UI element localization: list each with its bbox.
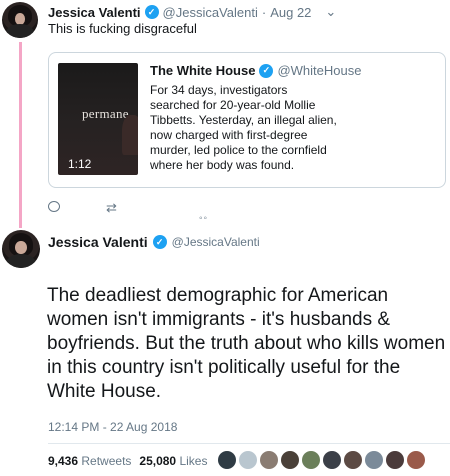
reply-icon[interactable] [48, 200, 60, 216]
liker-avatars [218, 451, 425, 469]
tweet-date[interactable]: Aug 22 [270, 5, 311, 20]
quoted-tweet-text: For 34 days, investigators searched for … [150, 83, 337, 172]
video-thumbnail[interactable]: permane 1:12 [58, 63, 138, 175]
avatar[interactable] [2, 2, 38, 38]
likes-count: 25,080 [139, 454, 177, 468]
liker-avatar[interactable] [218, 451, 236, 469]
author-handle[interactable]: @JessicaValenti [172, 235, 260, 249]
divider [48, 443, 450, 444]
author-name[interactable]: Jessica Valenti [48, 5, 141, 20]
tweet-header: Jessica Valenti ✓ @JessicaValenti · Aug … [48, 4, 336, 20]
avatar[interactable] [2, 230, 40, 268]
video-duration: 1:12 [68, 157, 92, 171]
liker-avatar[interactable] [323, 451, 341, 469]
more-replies-icon[interactable]: ◦◦ [199, 213, 208, 224]
verified-badge-icon: ✓ [144, 5, 159, 19]
liker-avatar[interactable] [260, 451, 278, 469]
retweets-label: Retweets [81, 454, 132, 468]
tweet-text: This is fucking disgraceful [48, 21, 197, 36]
tweet-stats: 9,436 Retweets 25,080 Likes [48, 454, 207, 468]
verified-badge-icon: ✓ [259, 63, 274, 78]
retweets-stat[interactable]: 9,436 Retweets [48, 454, 131, 468]
quoted-tweet-header: The White House ✓ @WhiteHouse [150, 63, 361, 78]
thread-connector-line [19, 42, 22, 228]
liker-avatar[interactable] [386, 451, 404, 469]
verified-badge-icon: ✓ [152, 235, 167, 249]
liker-avatar[interactable] [239, 451, 257, 469]
liker-avatar[interactable] [407, 451, 425, 469]
likes-stat[interactable]: 25,080 Likes [139, 454, 207, 468]
tweet-header: Jessica Valenti ✓ @JessicaValenti [48, 234, 260, 250]
tweet-timestamp[interactable]: 12:14 PM - 22 Aug 2018 [48, 420, 177, 434]
author-name[interactable]: Jessica Valenti [48, 234, 148, 250]
likes-label: Likes [179, 454, 208, 468]
liker-avatar[interactable] [281, 451, 299, 469]
video-caption-text: permane [82, 106, 129, 121]
retweet-icon[interactable]: ⇄ [106, 200, 117, 216]
author-handle[interactable]: @JessicaValenti [163, 5, 258, 20]
liker-avatar[interactable] [344, 451, 362, 469]
quoted-tweet-card[interactable]: permane 1:12 The White House ✓ @WhiteHou… [48, 52, 446, 188]
liker-avatar[interactable] [365, 451, 383, 469]
tweet-actions: ⇄ [48, 200, 117, 216]
separator-dot: · [261, 4, 267, 20]
video-figure [122, 115, 138, 155]
quoted-author-name: The White House [150, 63, 256, 78]
liker-avatar[interactable] [302, 451, 320, 469]
tweet-text: The deadliest demographic for American w… [47, 285, 446, 402]
retweets-count: 9,436 [48, 454, 79, 468]
chevron-down-icon[interactable]: ⌄ [325, 4, 336, 20]
quoted-author-handle: @WhiteHouse [277, 63, 362, 78]
